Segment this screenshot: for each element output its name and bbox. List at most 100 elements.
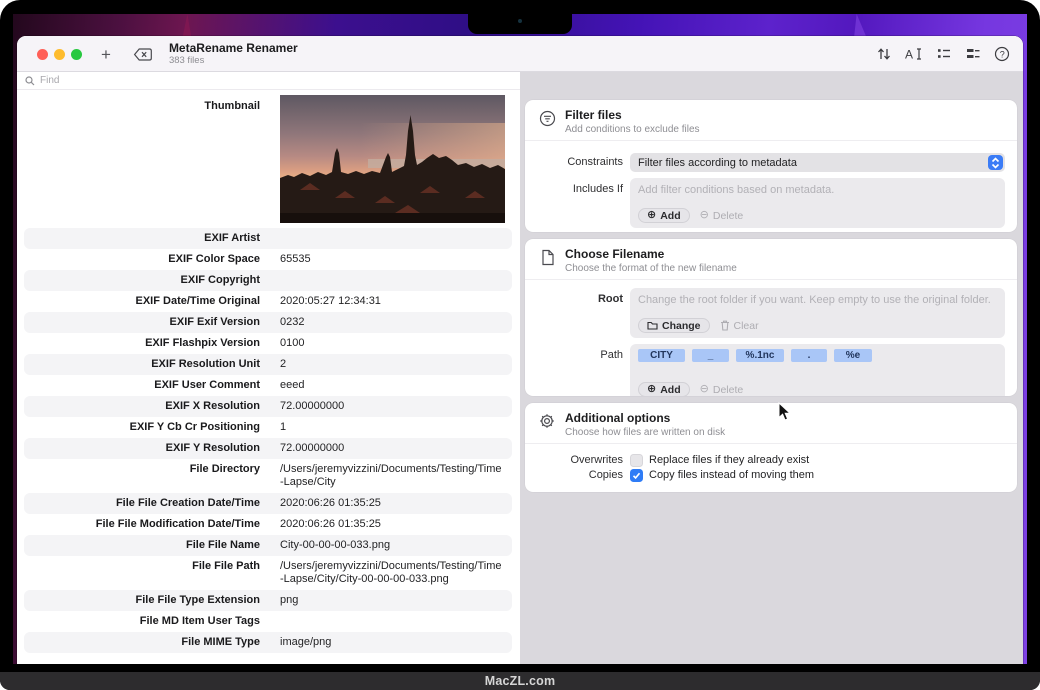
laptop-chin: MacZL.com (0, 672, 1040, 690)
clear-root-button[interactable]: Clear (720, 320, 759, 332)
check-icon (632, 472, 641, 480)
metadata-row: EXIF Y Cb Cr Positioning 1 (24, 417, 512, 438)
sort-arrows-icon[interactable] (876, 46, 892, 62)
metadata-row: EXIF Exif Version 0232 (24, 312, 512, 333)
metadata-label: File File Type Extension (135, 594, 261, 606)
checkbox-checked[interactable] (630, 469, 643, 482)
path-label: Path (600, 349, 623, 361)
gear-icon (538, 413, 556, 429)
metadata-value: City-00-00-00-033.png (280, 539, 391, 551)
path-token[interactable]: _ (692, 349, 729, 362)
metadata-label: EXIF Y Cb Cr Positioning (129, 421, 260, 433)
change-root-button[interactable]: Change (638, 318, 710, 333)
detail-list-icon[interactable] (965, 46, 981, 62)
option-label: Overwrites (570, 454, 623, 466)
app-title: MetaRename Renamer (168, 41, 298, 56)
delete-token-button[interactable]: ⊖ Delete (700, 384, 744, 396)
card-title: Filter files (565, 108, 622, 122)
path-token[interactable]: . (791, 349, 827, 362)
filter-icon (538, 110, 556, 127)
minus-circle-icon: ⊖ (699, 383, 709, 395)
metadata-value: image/png (280, 636, 332, 648)
root-placeholder: Change the root folder if you want. Keep… (638, 294, 991, 306)
trash-icon (720, 320, 729, 331)
metadata-row: File MIME Type image/png (24, 632, 512, 653)
brand-text: MacZL.com (484, 674, 556, 688)
metadata-label: EXIF Copyright (180, 274, 260, 286)
thumbnail-label: Thumbnail (204, 100, 260, 112)
root-folder-box[interactable]: Change the root folder if you want. Keep… (630, 288, 1005, 338)
path-token[interactable]: %.1nc (736, 349, 784, 362)
metadata-label: File MIME Type (181, 636, 260, 648)
constraints-dropdown[interactable]: Filter files according to metadata (630, 153, 1005, 172)
divider (525, 279, 1017, 280)
add-files-button[interactable]: + (101, 46, 111, 63)
metadata-row: File File Type Extension png (24, 590, 512, 611)
checkbox-unchecked[interactable] (630, 454, 643, 467)
delete-label: Delete (712, 209, 744, 222)
metadata-row: EXIF Y Resolution 72.00000000 (24, 438, 512, 459)
path-tokens-box[interactable]: CITY _ %.1nc. %e ⊕ Add ⊖ Delete (630, 344, 1005, 396)
metadata-row: EXIF User Comment eeed (24, 375, 512, 396)
metadata-row: File File Path/Users/jeremyvizzini/Docum… (24, 556, 512, 590)
minimize-window-button[interactable] (54, 48, 65, 60)
metadata-value: 0100 (280, 337, 305, 349)
metadata-row: File File Creation Date/Time 2020:06:26 0… (24, 493, 512, 514)
includes-if-label: Includes If (572, 183, 623, 195)
add-condition-button[interactable]: ⊕ Add (638, 208, 690, 223)
root-label: Root (597, 293, 623, 305)
metadata-label: EXIF Exif Version (169, 316, 260, 328)
option-row: Copies Copy files instead of moving them (525, 469, 1013, 482)
choose-filename-card: Choose Filename Choose the format of the… (525, 239, 1017, 396)
metadata-label: EXIF Y Resolution (165, 442, 260, 454)
metadata-row: EXIF X Resolution 72.00000000 (24, 396, 512, 417)
option-text: Replace files if they already exist (649, 454, 810, 466)
metadata-row: File MD Item User Tags (24, 611, 512, 632)
camera-notch (468, 14, 572, 34)
delete-condition-button[interactable]: ⊖ Delete (700, 210, 744, 222)
metadata-panel: Thumbnail EXIF Artist EXIF Color Space 6… (17, 72, 520, 664)
metadata-row: EXIF Date/Time Original 2020:05:27 12:34:… (24, 291, 512, 312)
path-token[interactable]: %e (834, 349, 872, 362)
thumbnail-image (280, 95, 505, 223)
card-subtitle: Add conditions to exclude files (565, 124, 700, 135)
metadata-value: eeed (280, 379, 305, 391)
metadata-label: File File Path (192, 560, 260, 572)
metadata-value: /Users/jeremyvizzini/Documents/Testing/T… (280, 463, 502, 488)
close-window-button[interactable] (37, 48, 48, 60)
metadata-label: File MD Item User Tags (139, 615, 260, 627)
metadata-value: 0232 (280, 316, 305, 328)
path-tokens: CITY _ %.1nc. %e (630, 344, 1005, 362)
svg-text:?: ? (1000, 49, 1005, 59)
document-icon (538, 249, 556, 266)
titlebar: + MetaRename Renamer 383 files A ? (17, 36, 1023, 72)
change-label: Change (662, 319, 701, 332)
zoom-window-button[interactable] (71, 48, 82, 60)
metadata-value: 72.00000000 (280, 400, 345, 412)
text-format-icon[interactable]: A (905, 46, 923, 62)
clear-backspace-icon[interactable] (133, 47, 153, 62)
camera-dot (518, 19, 522, 23)
delete-label: Delete (712, 383, 744, 396)
help-icon[interactable]: ? (994, 46, 1010, 62)
thumbnail-row: Thumbnail (17, 90, 520, 228)
metadata-row: EXIF Artist (24, 228, 512, 249)
card-title: Choose Filename (565, 247, 665, 261)
metadata-label: EXIF Flashpix Version (145, 337, 260, 349)
dropdown-stepper-icon[interactable] (988, 155, 1003, 170)
card-title: Additional options (565, 411, 671, 425)
option-row: Overwrites Replace files if they already … (525, 454, 1013, 467)
plus-circle-icon: ⊕ (647, 383, 657, 395)
filter-conditions-box[interactable]: Add filter conditions based on metadata.… (630, 178, 1005, 228)
path-token[interactable]: CITY (638, 349, 685, 362)
bullet-list-icon[interactable] (936, 46, 952, 62)
search-input[interactable] (40, 75, 340, 86)
option-text: Copy files instead of moving them (649, 469, 815, 481)
filter-files-card: Filter files Add conditions to exclude f… (525, 100, 1017, 232)
metadata-value: 2020:06:26 01:35:25 (280, 518, 381, 530)
add-token-button[interactable]: ⊕ Add (638, 382, 690, 396)
metadata-value: 2 (280, 358, 287, 370)
metadata-label: EXIF X Resolution (165, 400, 260, 412)
option-label: Copies (588, 469, 623, 481)
metadata-row: EXIF Flashpix Version 0100 (24, 333, 512, 354)
